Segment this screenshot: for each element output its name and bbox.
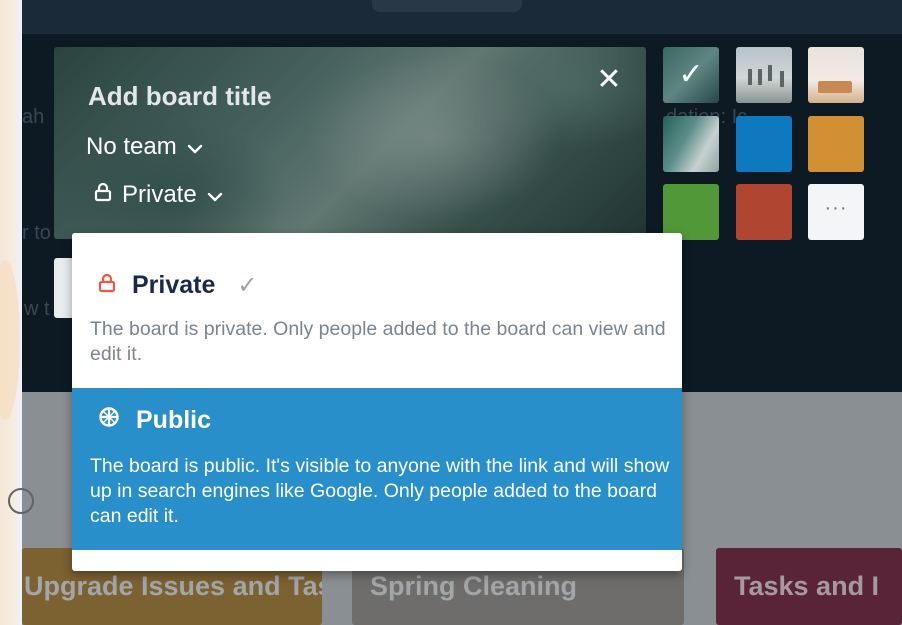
chevron-down-icon xyxy=(207,181,223,209)
board-title-input[interactable]: Add board title xyxy=(88,81,271,112)
more-backgrounds-button[interactable]: ··· xyxy=(808,184,864,240)
option-label: Private xyxy=(132,271,216,299)
lock-icon xyxy=(94,181,112,209)
background-swatch-green[interactable] xyxy=(663,184,719,240)
team-dropdown[interactable]: No team xyxy=(86,133,203,161)
visibility-dropdown[interactable]: Private xyxy=(94,181,223,209)
option-heading: Public xyxy=(98,406,211,435)
clock-icon xyxy=(8,488,34,514)
obscured-text: r to xyxy=(22,222,51,244)
team-label: No team xyxy=(86,133,177,160)
chevron-down-icon xyxy=(187,133,203,161)
visibility-label: Private xyxy=(122,181,197,208)
background-swatch-photo[interactable] xyxy=(808,47,864,103)
background-swatch-blue[interactable] xyxy=(736,116,792,172)
background-swatch-photo[interactable]: ✓ xyxy=(663,47,719,103)
obscured-text: ah xyxy=(22,106,45,128)
obscured-button xyxy=(54,258,74,318)
obscured-text: w t xyxy=(24,298,50,320)
check-icon: ✓ xyxy=(663,47,719,103)
visibility-option-private[interactable]: Private ✓ The board is private. Only peo… xyxy=(72,233,682,387)
option-description: The board is public. It's visible to any… xyxy=(90,455,670,527)
header-bar xyxy=(22,0,902,34)
visibility-popover: Private ✓ The board is private. Only peo… xyxy=(72,233,682,571)
option-label: Public xyxy=(136,406,212,434)
check-icon: ✓ xyxy=(237,272,258,299)
lock-icon xyxy=(98,271,116,300)
create-board-tile: Add board title No team Private ✕ xyxy=(54,47,646,239)
background-swatch-red[interactable] xyxy=(736,184,792,240)
page-edge xyxy=(0,0,22,625)
option-description: The board is private. Only people added … xyxy=(90,318,666,365)
background-swatch-photo[interactable] xyxy=(736,47,792,103)
close-icon[interactable]: ✕ xyxy=(594,65,624,95)
visibility-option-public[interactable]: Public The board is public. It's visible… xyxy=(72,388,682,550)
background-swatch-orange[interactable] xyxy=(808,116,864,172)
board-card: Tasks and I xyxy=(716,548,902,625)
option-heading: Private ✓ xyxy=(98,271,258,300)
globe-icon xyxy=(98,406,120,435)
background-swatch-photo[interactable] xyxy=(663,116,719,172)
